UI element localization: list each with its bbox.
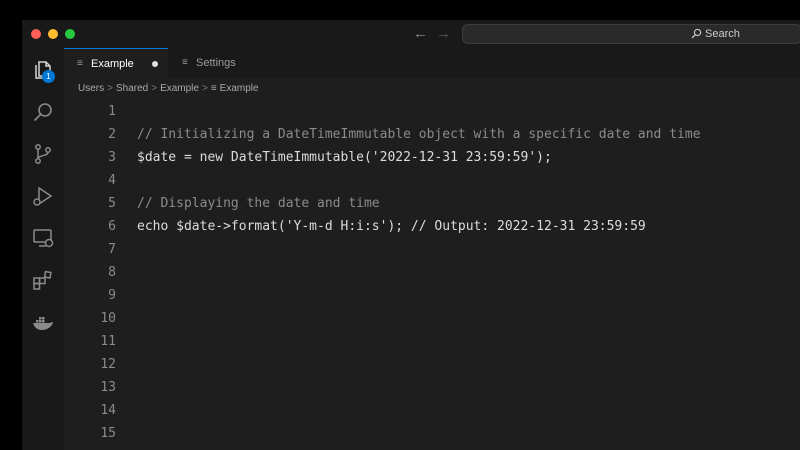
close-window-button[interactable] bbox=[31, 29, 41, 39]
title-bar: ← → Search bbox=[22, 20, 800, 48]
line-number: 15 bbox=[100, 426, 116, 441]
run-debug-icon[interactable] bbox=[31, 184, 55, 208]
tab-settings[interactable]: ≡ Settings bbox=[168, 48, 248, 78]
command-center-search[interactable]: Search bbox=[462, 24, 800, 44]
code-line: 4 bbox=[64, 169, 800, 192]
code-line: 1 bbox=[64, 100, 800, 123]
arrow-left-icon[interactable]: ← bbox=[413, 25, 428, 43]
explorer-badge: 1 bbox=[42, 70, 55, 83]
line-number: 6 bbox=[108, 219, 116, 234]
tab-label: Settings bbox=[196, 57, 236, 69]
line-number: 9 bbox=[108, 288, 116, 303]
minimize-window-button[interactable] bbox=[48, 29, 58, 39]
tab-bar: ≡ Example ≡ Settings bbox=[64, 48, 800, 78]
line-number: 2 bbox=[108, 127, 116, 142]
chevron-right-icon: > bbox=[201, 83, 208, 94]
search-icon bbox=[691, 28, 702, 39]
docker-icon[interactable] bbox=[31, 310, 55, 334]
code-line: 8 bbox=[64, 261, 800, 284]
code-line: 6 echo $date->format('Y-m-d H:i:s'); // O… bbox=[64, 215, 800, 238]
source-control-icon[interactable] bbox=[31, 142, 55, 166]
search-label-wrap: Search bbox=[691, 27, 740, 41]
code-line: 12 bbox=[64, 353, 800, 376]
line-number: 7 bbox=[108, 242, 116, 257]
code-line: 14 bbox=[64, 399, 800, 422]
search-placeholder: Search bbox=[705, 28, 740, 40]
code-line: 13 bbox=[64, 376, 800, 399]
code-line: 7 bbox=[64, 238, 800, 261]
line-number: 3 bbox=[108, 150, 116, 165]
remote-explorer-icon[interactable] bbox=[31, 226, 55, 250]
unsaved-dot-icon[interactable] bbox=[152, 61, 158, 67]
line-number: 13 bbox=[100, 380, 116, 395]
maximize-window-button[interactable] bbox=[65, 29, 75, 39]
extensions-icon[interactable] bbox=[31, 268, 55, 292]
tab-example[interactable]: ≡ Example bbox=[64, 48, 168, 78]
breadcrumb: Users > Shared > Example > ≡ Example bbox=[78, 82, 259, 96]
file-lines-icon: ≡ bbox=[182, 57, 188, 68]
code-line: 11 bbox=[64, 330, 800, 353]
code-line: 2 // Initializing a DateTimeImmutable obj… bbox=[64, 123, 800, 146]
breadcrumb-item[interactable]: Users bbox=[78, 83, 104, 94]
code-line: 3 $date = new DateTimeImmutable('2022-12-… bbox=[64, 146, 800, 169]
activity-bar: 1 bbox=[22, 48, 64, 450]
line-number: 4 bbox=[108, 173, 116, 188]
code-line: 15 bbox=[64, 422, 800, 445]
code-text: $date = new DateTimeImmutable('2022-12-3… bbox=[137, 150, 552, 165]
code-text: // Initializing a DateTimeImmutable obje… bbox=[137, 127, 701, 142]
line-number: 1 bbox=[108, 104, 116, 119]
search-icon[interactable] bbox=[31, 100, 55, 124]
line-number: 12 bbox=[100, 357, 116, 372]
line-number: 5 bbox=[108, 196, 116, 211]
line-number: 11 bbox=[100, 334, 116, 349]
code-line: 9 bbox=[64, 284, 800, 307]
chevron-right-icon: > bbox=[151, 83, 158, 94]
editor-window: ← → Search 1 ≡ Example ≡ Settings Users … bbox=[22, 20, 800, 450]
code-editor[interactable]: 1 2 // Initializing a DateTimeImmutable o… bbox=[64, 100, 800, 450]
code-line: 10 bbox=[64, 307, 800, 330]
line-number: 14 bbox=[100, 403, 116, 418]
breadcrumb-item[interactable]: Example bbox=[220, 83, 259, 94]
arrow-right-icon[interactable]: → bbox=[436, 25, 451, 43]
breadcrumb-item[interactable]: Example bbox=[160, 83, 199, 94]
file-lines-icon: ≡ bbox=[77, 58, 83, 69]
code-text: echo $date->format('Y-m-d H:i:s'); // Ou… bbox=[137, 219, 646, 234]
file-lines-icon: ≡ bbox=[210, 83, 217, 94]
chevron-right-icon: > bbox=[107, 83, 113, 94]
line-number: 10 bbox=[100, 311, 116, 326]
code-line: 5 // Displaying the date and time bbox=[64, 192, 800, 215]
code-text: // Displaying the date and time bbox=[137, 196, 380, 211]
tab-label: Example bbox=[91, 58, 134, 70]
breadcrumb-item[interactable]: Shared bbox=[116, 83, 148, 94]
line-number: 8 bbox=[108, 265, 116, 280]
